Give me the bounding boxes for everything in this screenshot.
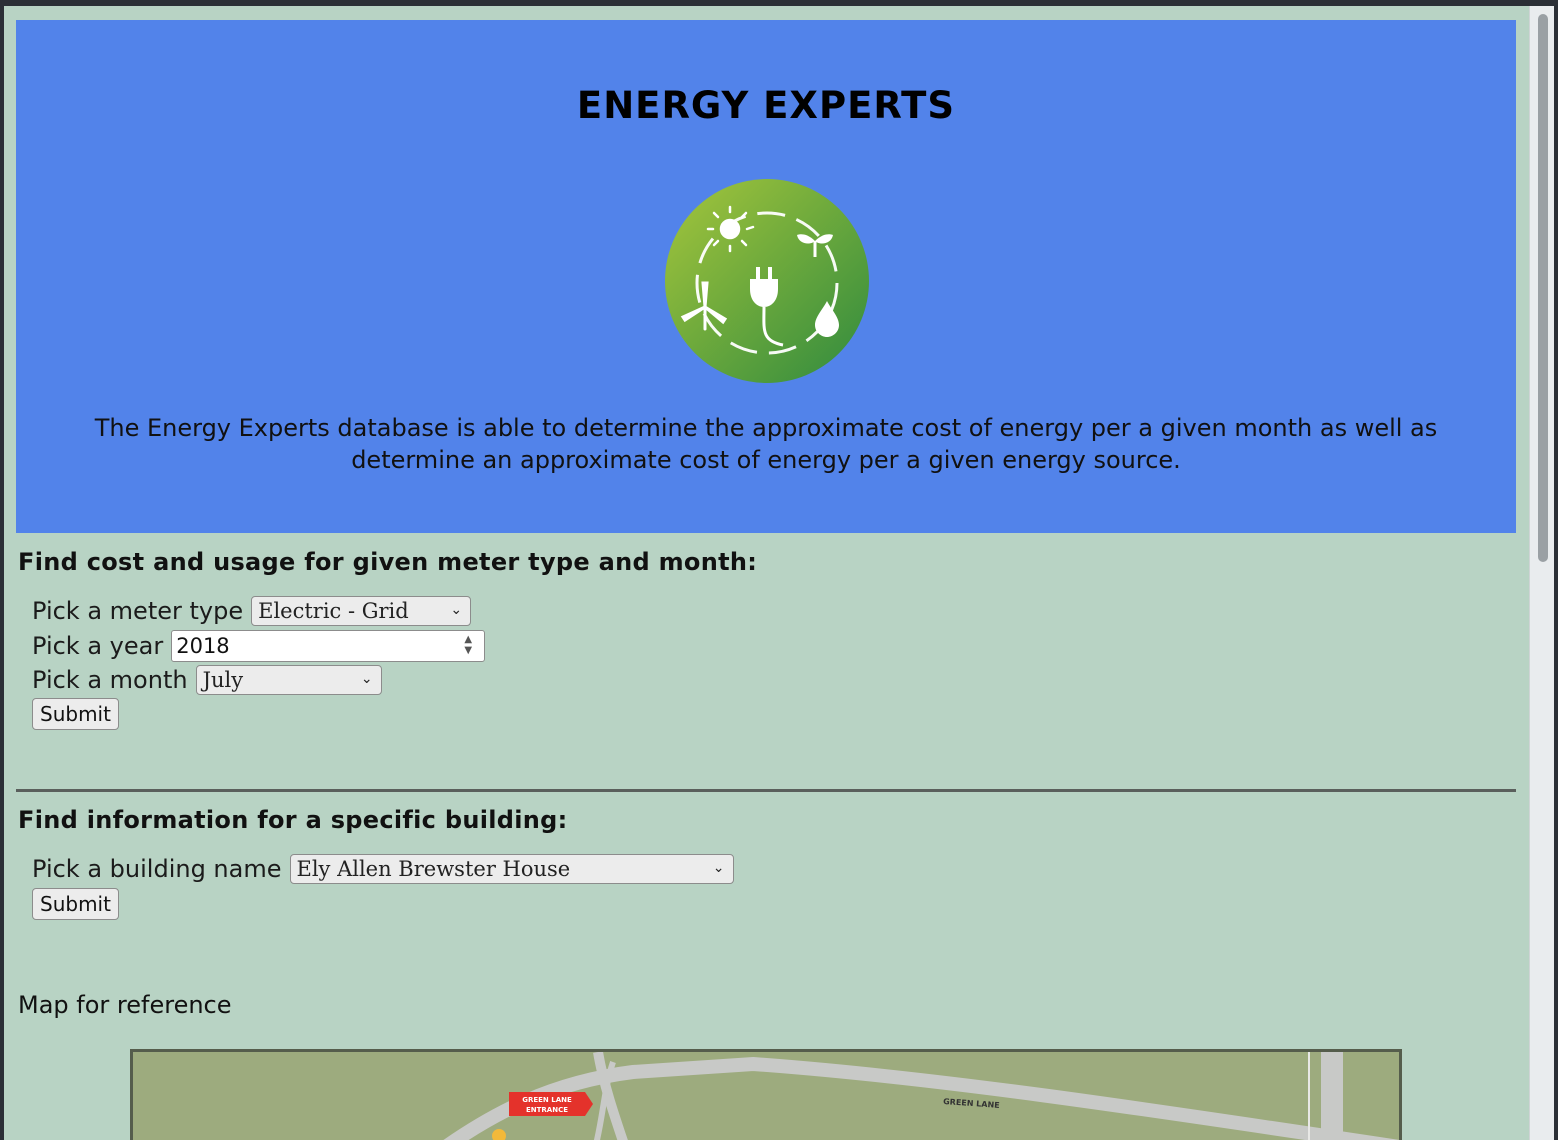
month-label: Pick a month xyxy=(32,666,188,694)
building-label: Pick a building name xyxy=(32,855,282,883)
building-select[interactable]: Ely Allen Brewster House ⌄ xyxy=(289,854,734,884)
building-submit-button[interactable]: Submit xyxy=(32,888,119,920)
meter-type-value: Electric - Grid xyxy=(258,599,409,623)
scrollbar-thumb[interactable] xyxy=(1538,14,1548,562)
year-row: Pick a year 2018 ▲ ▼ xyxy=(32,630,486,662)
map-caption: Map for reference xyxy=(18,991,232,1019)
hero-description: The Energy Experts database is able to d… xyxy=(94,414,1438,474)
meter-section-title: Find cost and usage for given meter type… xyxy=(18,548,758,576)
building-section-title: Find information for a specific building… xyxy=(18,806,568,834)
map-entrance-label-2: ENTRANCE xyxy=(526,1106,568,1114)
building-value: Ely Allen Brewster House xyxy=(296,857,571,881)
section-divider xyxy=(16,789,1516,792)
chevron-down-icon: ⌄ xyxy=(360,671,373,687)
renewable-energy-logo-icon xyxy=(665,179,869,383)
hero-banner: ENERGY EXPERTS The Energy Experts databa… xyxy=(16,20,1516,533)
month-row: Pick a month July ⌄ xyxy=(32,665,382,695)
vertical-scrollbar[interactable] xyxy=(1529,6,1554,1140)
meter-submit-button[interactable]: Submit xyxy=(32,698,119,730)
campus-map-image: GREEN LANE ENTRANCE GREEN LANE xyxy=(133,1052,1399,1140)
meter-type-label: Pick a meter type xyxy=(32,597,244,625)
month-value: July xyxy=(202,668,244,692)
campus-map: GREEN LANE ENTRANCE GREEN LANE xyxy=(130,1049,1402,1140)
browser-viewport: ENERGY EXPERTS The Energy Experts databa… xyxy=(4,6,1554,1140)
year-value: 2018 xyxy=(176,634,230,658)
building-row: Pick a building name Ely Allen Brewster … xyxy=(32,854,734,884)
meter-type-row: Pick a meter type Electric - Grid ⌄ xyxy=(32,596,472,626)
spinner-arrows-icon[interactable]: ▲ ▼ xyxy=(460,634,476,658)
year-input[interactable]: 2018 ▲ ▼ xyxy=(171,630,486,662)
meter-type-select[interactable]: Electric - Grid ⌄ xyxy=(251,596,472,626)
chevron-down-icon: ⌄ xyxy=(712,860,725,876)
chevron-down-icon: ⌄ xyxy=(450,602,463,618)
month-select[interactable]: July ⌄ xyxy=(195,665,382,695)
page-title: ENERGY EXPERTS xyxy=(576,84,956,127)
map-entrance-label-1: GREEN LANE xyxy=(522,1096,572,1104)
year-label: Pick a year xyxy=(32,632,164,660)
